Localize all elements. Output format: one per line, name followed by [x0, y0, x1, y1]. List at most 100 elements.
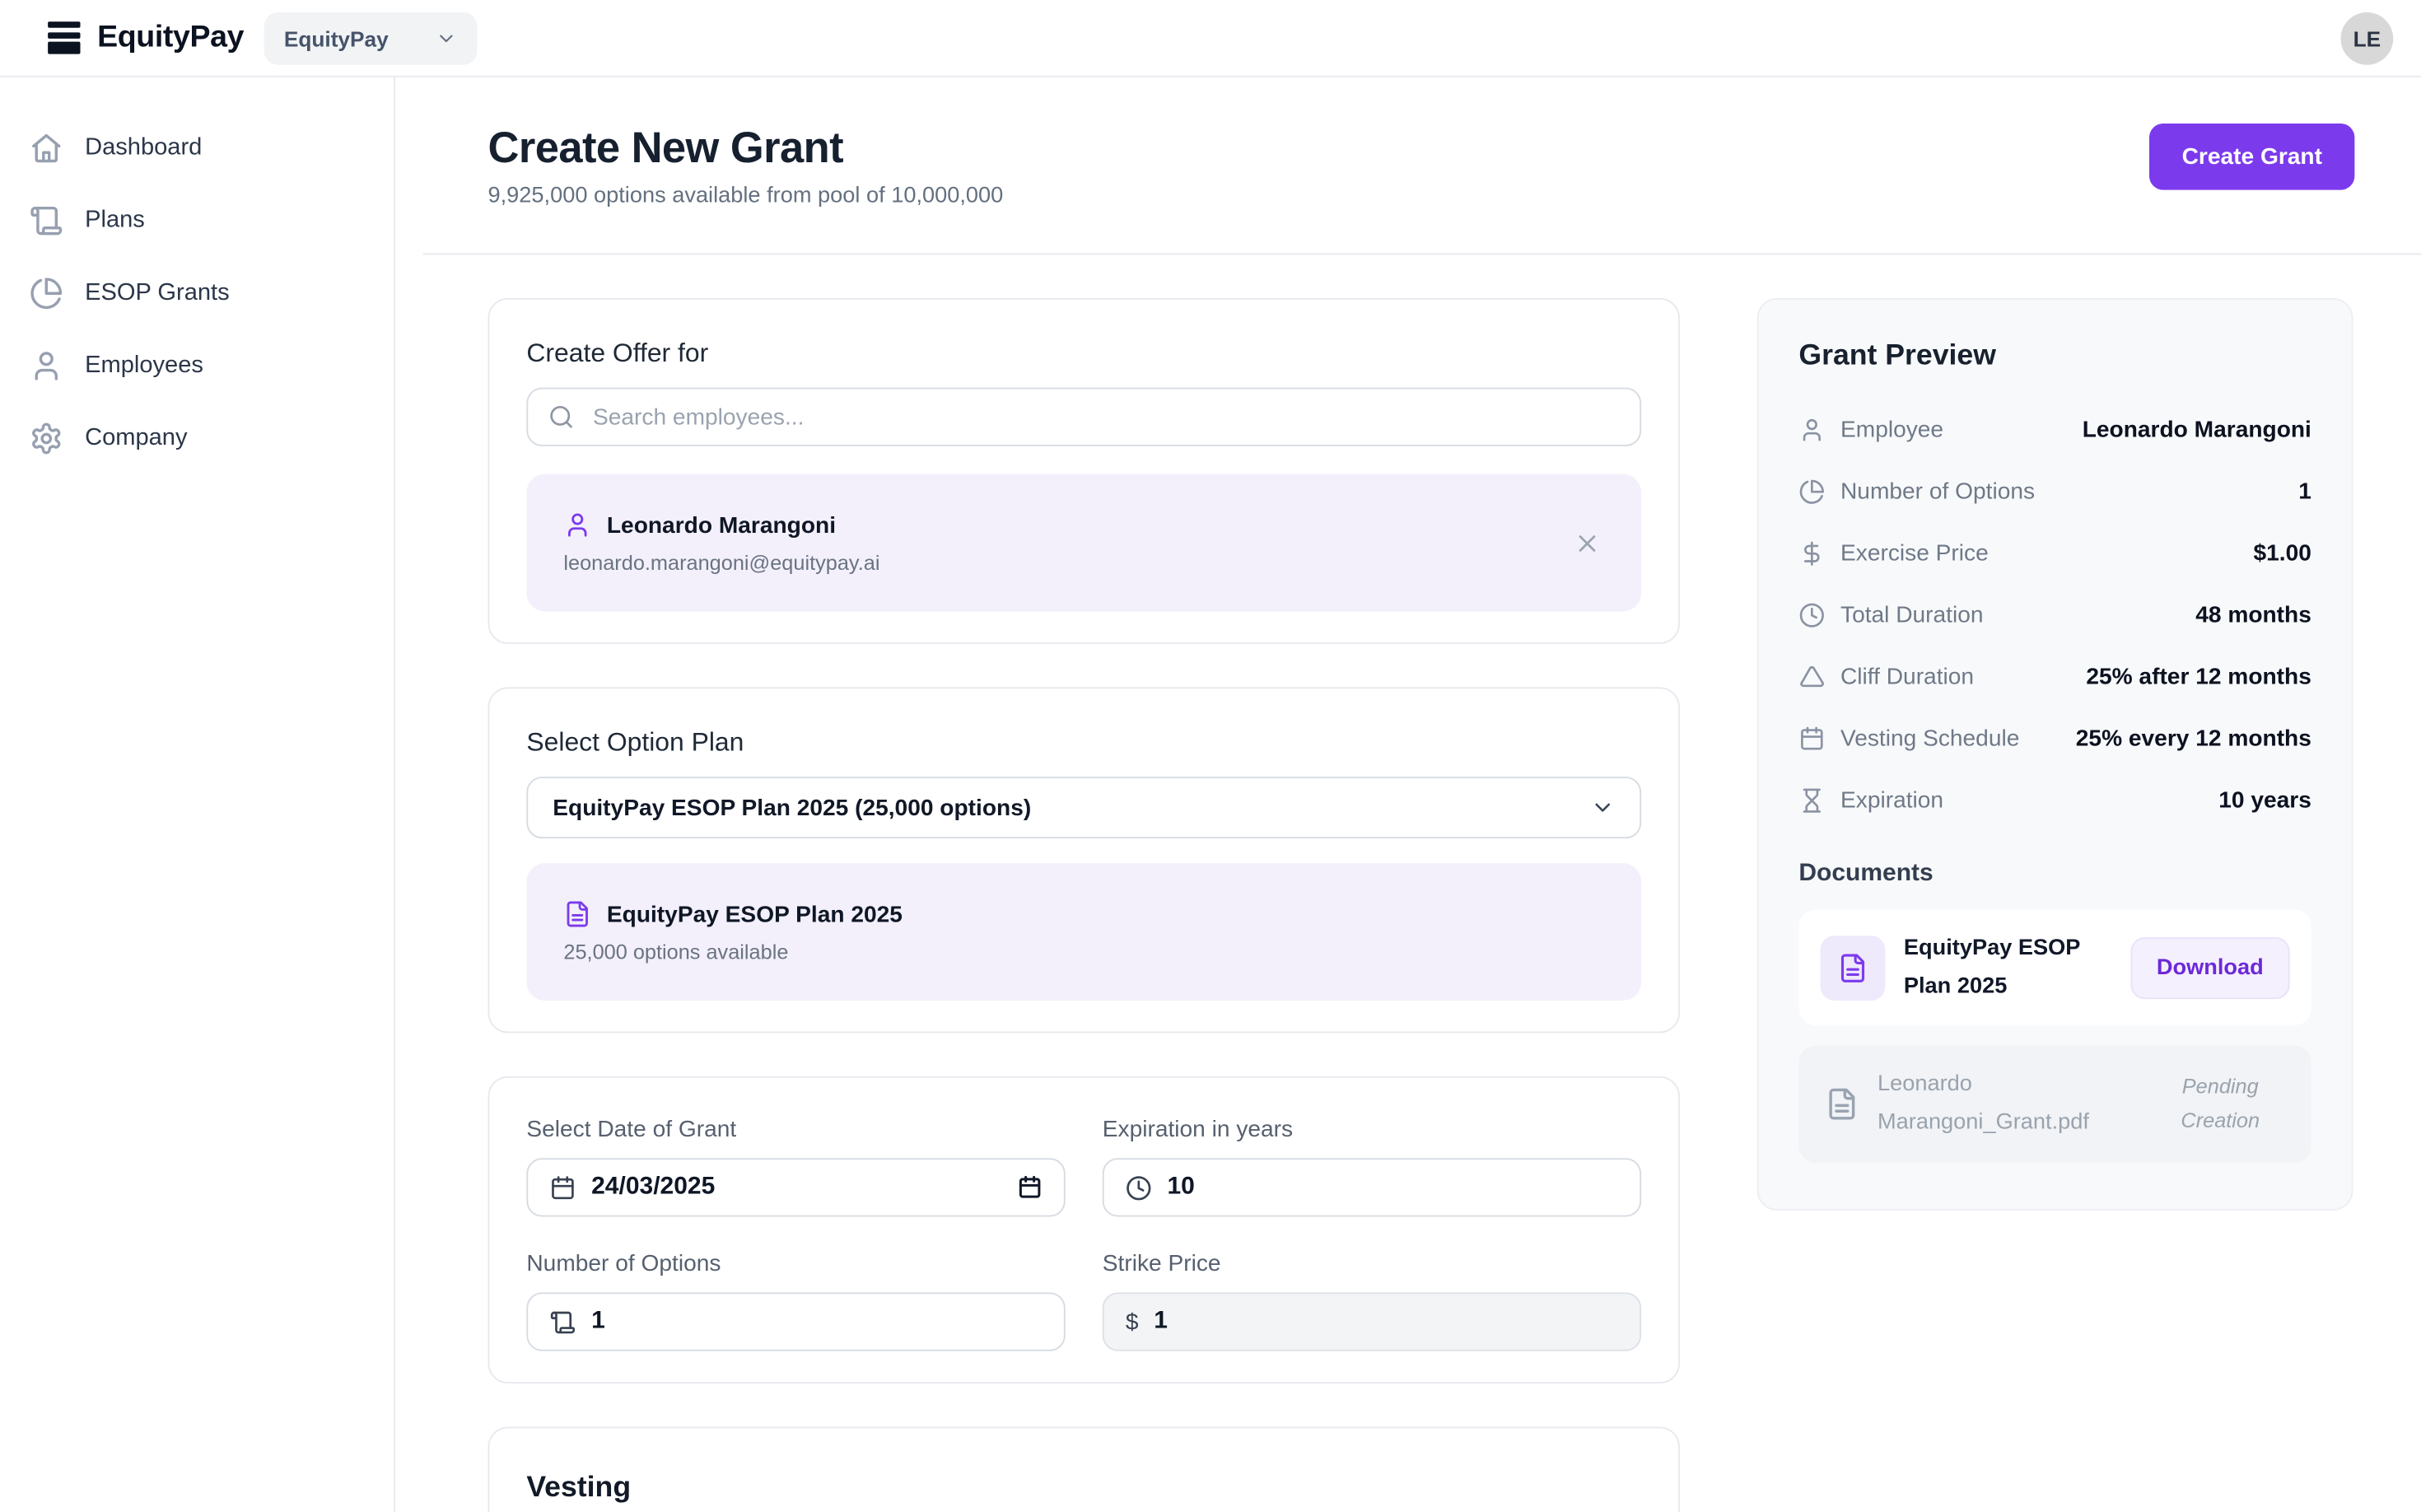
selected-plan-card: EquityPay ESOP Plan 2025 25,000 options …	[526, 863, 1641, 1001]
plan-select[interactable]: EquityPay ESOP Plan 2025 (25,000 options…	[526, 777, 1641, 838]
calendar-icon	[1798, 726, 1825, 752]
sidebar-item-company[interactable]: Company	[0, 402, 394, 474]
plan-section-title: Select Option Plan	[526, 727, 1641, 758]
file-icon	[563, 900, 591, 928]
expiration-field: Expiration in years 10	[1103, 1117, 1641, 1217]
sidebar-item-label: Company	[85, 424, 187, 452]
sidebar: Dashboard Plans ESOP Grants Employees Co…	[0, 77, 395, 1512]
preview-label: Cliff Duration	[1840, 664, 1974, 690]
document-name: EquityPay ESOP Plan 2025	[1904, 930, 2112, 1006]
date-field: Select Date of Grant 24/03/2025	[526, 1117, 1065, 1217]
preview-row-expiration: Expiration 10 years	[1798, 787, 2311, 814]
menu-icon[interactable]	[48, 21, 80, 54]
options-input[interactable]: 1	[526, 1292, 1065, 1351]
preview-title: Grant Preview	[1798, 340, 2311, 374]
documents-title: Documents	[1798, 860, 2311, 888]
user-icon	[563, 511, 591, 539]
strike-label: Strike Price	[1103, 1251, 1641, 1277]
close-icon	[1574, 529, 1602, 557]
file-icon	[1821, 936, 1886, 1001]
strike-price-input[interactable]: $ 1	[1103, 1292, 1641, 1351]
pool-availability-text: 9,925,000 options available from pool of…	[488, 184, 1004, 208]
document-card-grant-pdf: Leonardo Marangoni_Grant.pdf Pending Cre…	[1798, 1046, 2311, 1162]
user-icon	[30, 348, 63, 382]
document-card-plan: EquityPay ESOP Plan 2025 Download	[1798, 909, 2311, 1025]
preview-label: Exercise Price	[1840, 540, 1989, 567]
grant-date-input[interactable]: 24/03/2025	[526, 1158, 1065, 1216]
pie-chart-icon	[30, 276, 63, 310]
scroll-icon	[30, 203, 63, 237]
sidebar-item-label: Employees	[85, 352, 203, 380]
page-title: Create New Grant	[488, 124, 1004, 173]
employee-name: Leonardo Marangoni	[607, 512, 836, 539]
preview-value: $1.00	[2253, 540, 2311, 567]
preview-row-options: Number of Options 1	[1798, 478, 2311, 505]
sidebar-item-employees[interactable]: Employees	[0, 329, 394, 401]
options-value: 1	[591, 1308, 605, 1336]
select-plan-card: Select Option Plan EquityPay ESOP Plan 2…	[488, 687, 1681, 1033]
download-button[interactable]: Download	[2130, 936, 2290, 998]
sidebar-item-label: Dashboard	[85, 133, 202, 161]
plan-availability: 25,000 options available	[563, 940, 1604, 964]
preview-row-employee: Employee Leonardo Marangoni	[1798, 417, 2311, 443]
sidebar-item-esop-grants[interactable]: ESOP Grants	[0, 256, 394, 329]
preview-label: Total Duration	[1840, 602, 1984, 628]
main-content: Create New Grant 9,925,000 options avail…	[395, 77, 2421, 1512]
grant-form: Create Offer for Leonardo Marangoni leon…	[488, 298, 1681, 1512]
file-icon	[1825, 1087, 1859, 1121]
clock-icon	[1798, 602, 1825, 628]
preview-value: 25% after 12 months	[2086, 664, 2311, 690]
preview-value: 48 months	[2195, 602, 2311, 628]
create-offer-card: Create Offer for Leonardo Marangoni leon…	[488, 298, 1681, 644]
expiration-input[interactable]: 10	[1103, 1158, 1641, 1216]
grant-details-card: Select Date of Grant 24/03/2025 Expirati…	[488, 1076, 1681, 1384]
preview-row-exercise-price: Exercise Price $1.00	[1798, 540, 2311, 567]
calendar-icon	[550, 1174, 576, 1201]
chevron-down-icon	[436, 27, 457, 49]
user-icon	[1798, 417, 1825, 443]
preview-label: Vesting Schedule	[1840, 726, 2019, 752]
date-label: Select Date of Grant	[526, 1117, 1065, 1143]
preview-value: Leonardo Marangoni	[2083, 417, 2311, 443]
triangle-icon	[1798, 664, 1825, 690]
sidebar-item-dashboard[interactable]: Dashboard	[0, 111, 394, 184]
user-avatar[interactable]: LE	[2341, 12, 2394, 64]
preview-label: Number of Options	[1840, 478, 2035, 505]
offer-section-title: Create Offer for	[526, 338, 1641, 370]
clock-icon	[1126, 1174, 1152, 1201]
remove-employee-button[interactable]	[1574, 529, 1602, 557]
options-field: Number of Options 1	[526, 1251, 1065, 1351]
avatar-initials: LE	[2353, 26, 2381, 50]
company-selector-value: EquityPay	[284, 26, 389, 50]
sidebar-item-label: ESOP Grants	[85, 278, 230, 306]
home-icon	[30, 130, 63, 164]
sidebar-item-plans[interactable]: Plans	[0, 184, 394, 256]
company-selector[interactable]: EquityPay	[264, 12, 477, 64]
expiration-label: Expiration in years	[1103, 1117, 1641, 1143]
preview-value: 1	[2298, 478, 2311, 505]
document-name: Leonardo Marangoni_Grant.pdf	[1878, 1066, 2132, 1141]
plan-name: EquityPay ESOP Plan 2025	[607, 901, 903, 927]
preview-value: 10 years	[2218, 787, 2311, 814]
create-grant-button[interactable]: Create Grant	[2149, 124, 2354, 190]
app-logo: EquityPay	[97, 20, 244, 55]
plan-select-value: EquityPay ESOP Plan 2025 (25,000 options…	[553, 795, 1031, 821]
currency-symbol: $	[1126, 1309, 1139, 1335]
topbar: EquityPay EquityPay LE	[0, 0, 2421, 77]
vesting-card: Vesting How long the vesting lasts and h…	[488, 1427, 1681, 1512]
page-header: Create New Grant 9,925,000 options avail…	[395, 77, 2421, 208]
search-icon	[548, 404, 575, 430]
strike-field: Strike Price $ 1	[1103, 1251, 1641, 1351]
employee-search-input[interactable]	[526, 388, 1641, 446]
chevron-down-icon	[1590, 796, 1615, 820]
scroll-icon	[550, 1309, 576, 1335]
app-window: EquityPay EquityPay LE Dashboard Plans E…	[0, 0, 2421, 1512]
grant-date-value: 24/03/2025	[591, 1174, 715, 1202]
date-picker-icon[interactable]	[1018, 1175, 1043, 1200]
preview-label: Employee	[1840, 417, 1943, 443]
expiration-value: 10	[1168, 1174, 1195, 1202]
preview-row-cliff: Cliff Duration 25% after 12 months	[1798, 664, 2311, 690]
pie-chart-icon	[1798, 478, 1825, 505]
gear-icon	[30, 421, 63, 455]
document-status: Pending Creation	[2151, 1071, 2290, 1137]
